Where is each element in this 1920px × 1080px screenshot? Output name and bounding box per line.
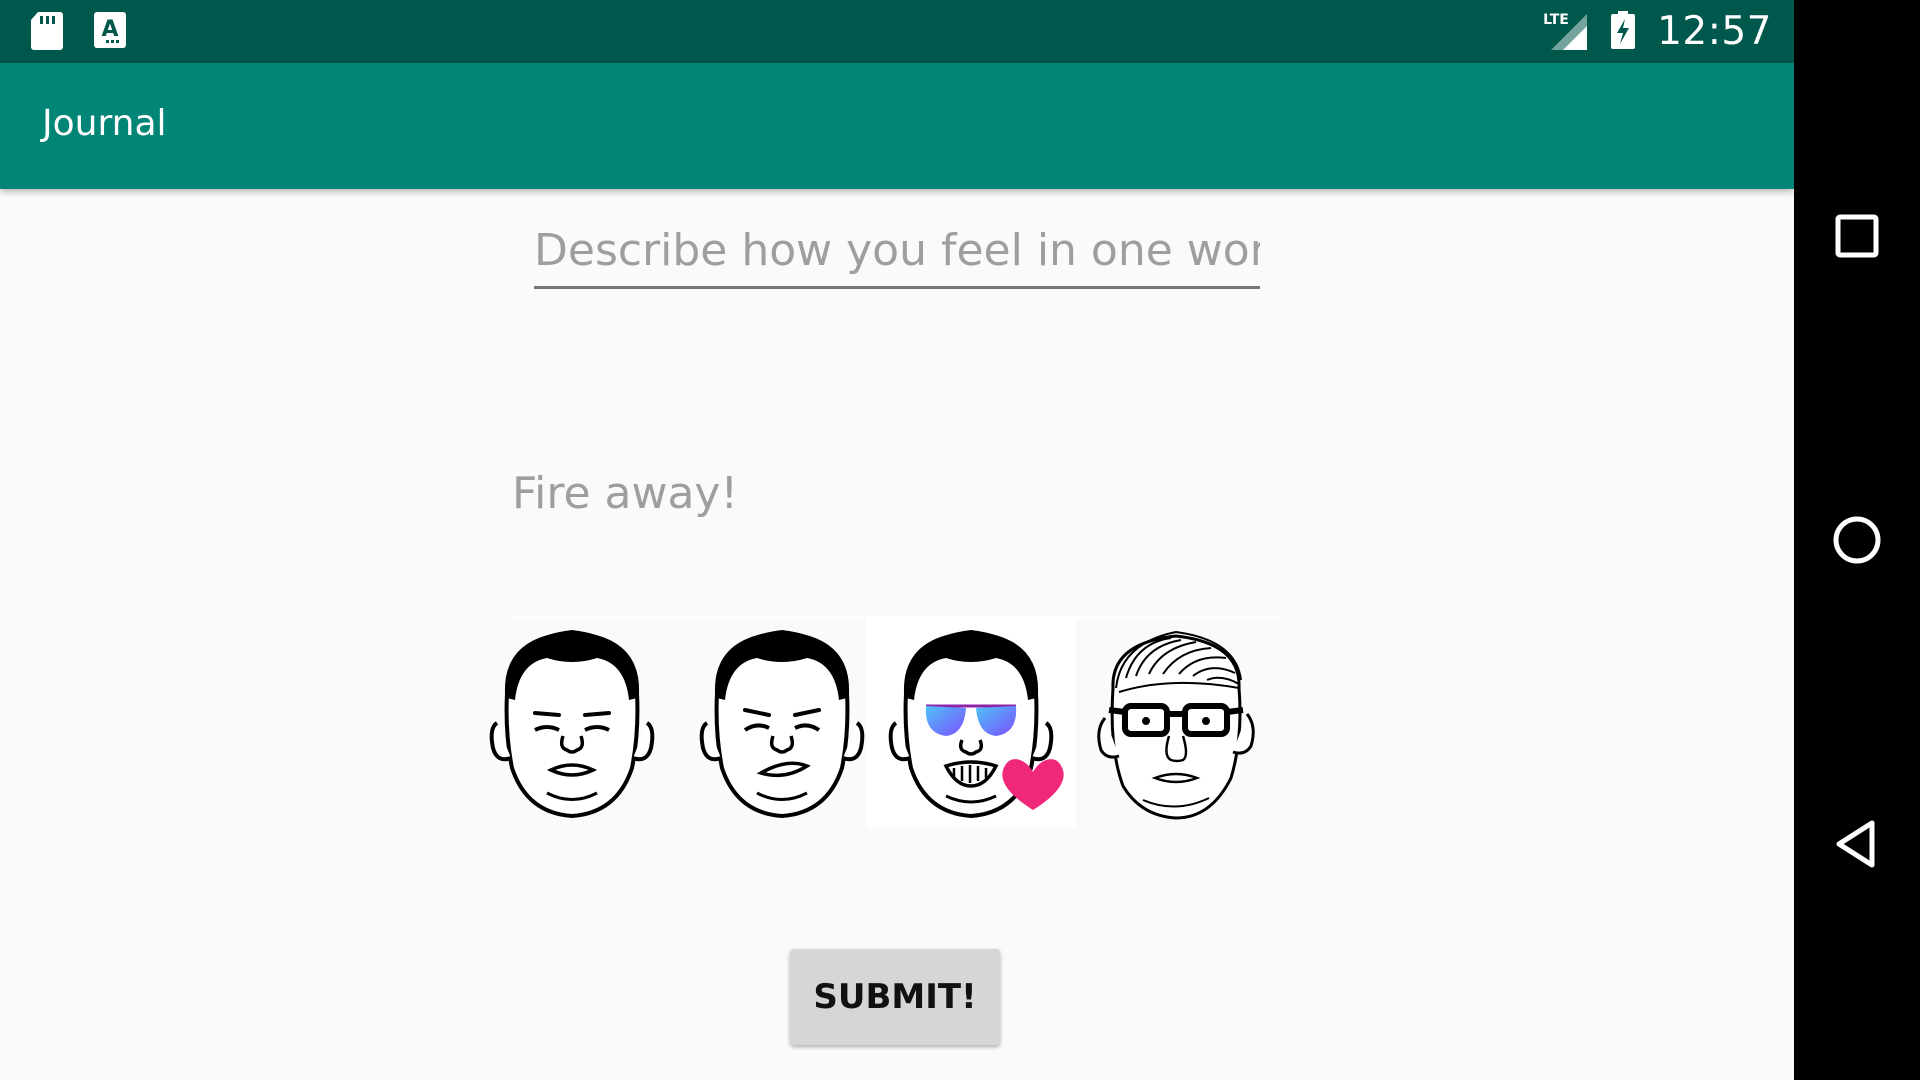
neutral-face-icon [489,630,655,819]
emoji-neutral-face[interactable] [467,618,677,828]
sunglasses-heart-face-icon [888,630,1064,819]
smirk-face-icon [699,630,865,819]
sd-card-icon [30,12,64,54]
realistic-glasses-face-icon [1097,630,1255,820]
recents-icon[interactable] [1827,206,1887,266]
network-type-label: LTE [1543,11,1569,28]
submit-button[interactable]: SUBMIT! [790,949,1000,1045]
back-icon[interactable] [1827,814,1887,874]
app-title: Journal [42,103,167,144]
emoji-realistic-glasses-face[interactable] [1071,618,1281,828]
home-icon[interactable] [1827,510,1887,570]
navigation-bar [1794,0,1920,1080]
status-time: 12:57 [1657,9,1772,54]
emoji-sunglasses-heart-face[interactable] [866,618,1076,828]
svg-text:A: A [101,17,118,42]
mood-word-input[interactable] [534,214,1260,289]
emoji-smirk-face[interactable] [677,618,887,828]
app-bar: Journal [0,63,1794,189]
lte-signal-icon: LTE [1543,12,1589,52]
status-bar: A LTE 12:57 [0,0,1794,63]
journal-entry-input[interactable] [512,452,1280,619]
keyboard-a-icon: A [94,12,126,52]
battery-charging-icon [1611,10,1636,53]
